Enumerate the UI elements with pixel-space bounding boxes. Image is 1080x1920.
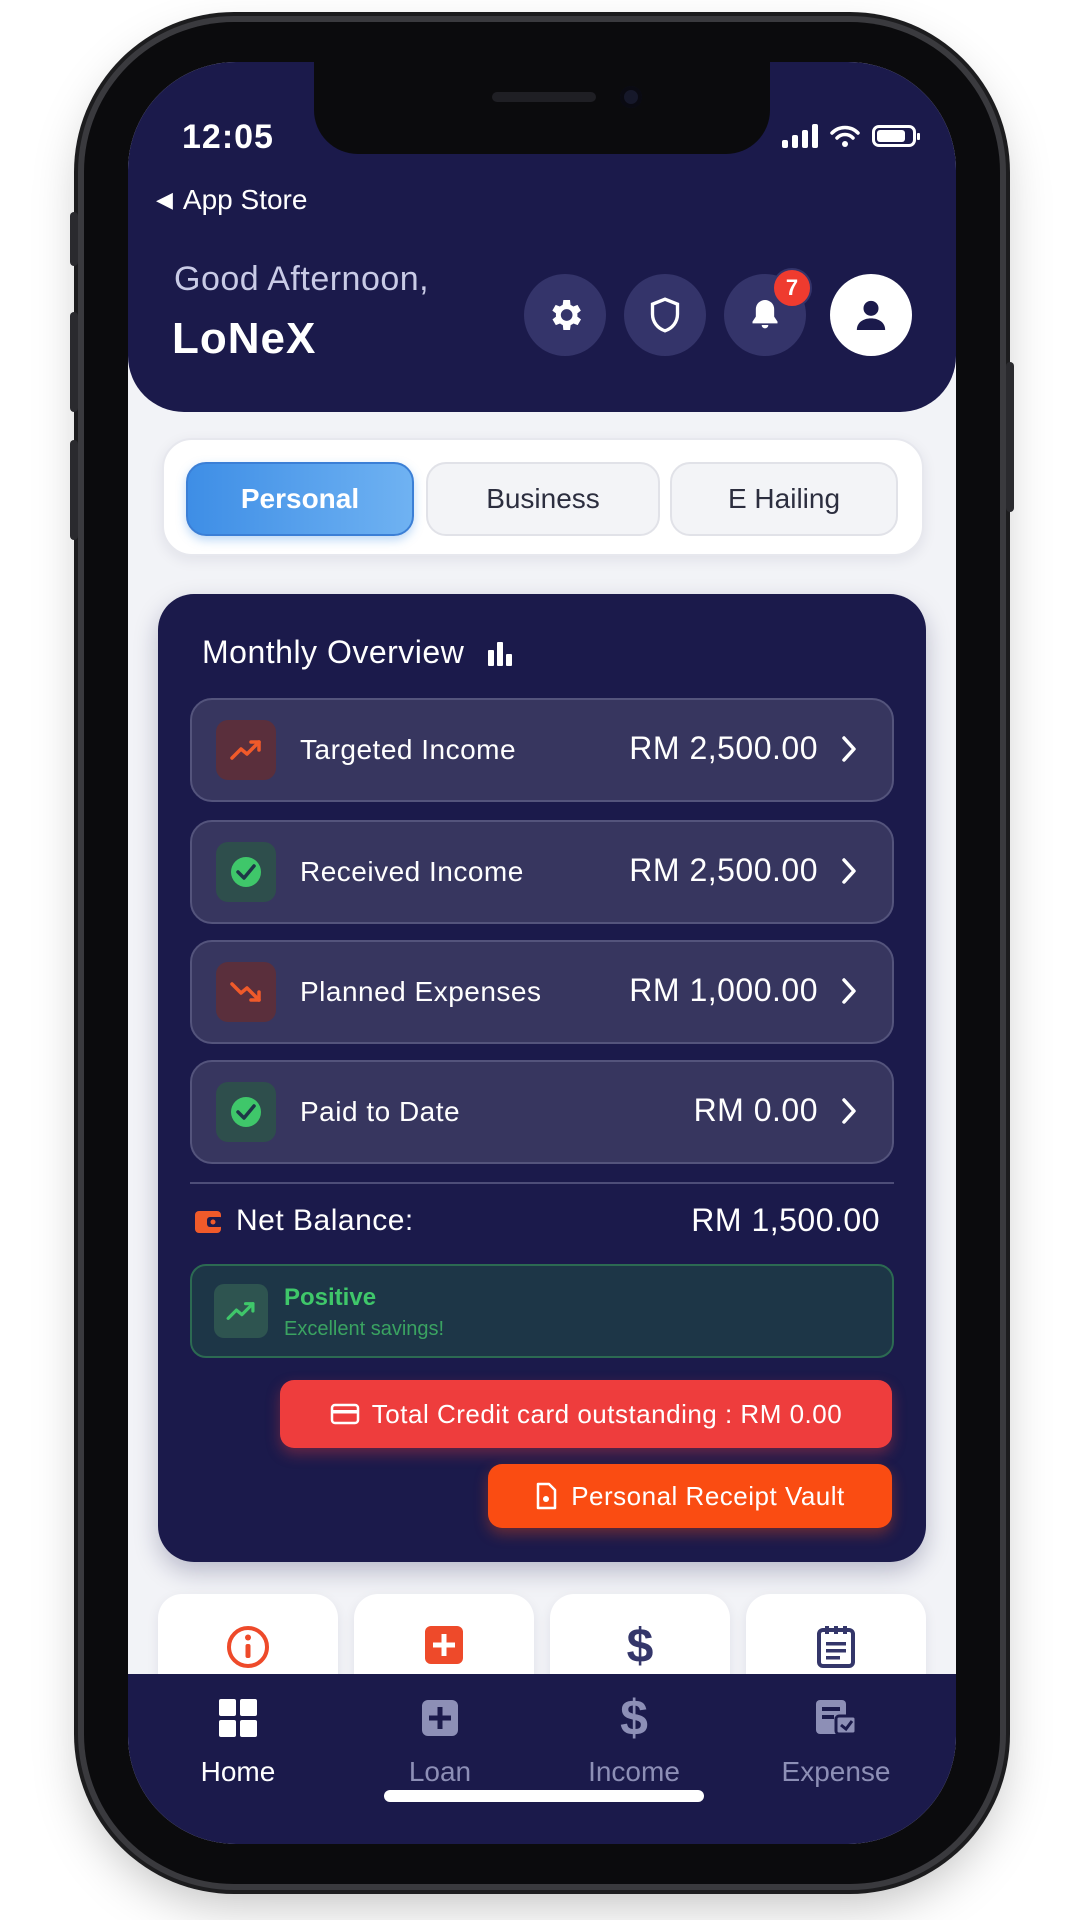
overview-title: Monthly Overview xyxy=(202,634,514,671)
credit-card-outstanding-button[interactable]: Total Credit card outstanding : RM 0.00 xyxy=(280,1380,892,1448)
credit-card-icon xyxy=(330,1403,360,1425)
plus-square-icon xyxy=(360,1694,520,1742)
row-label: Targeted Income xyxy=(300,734,517,765)
planned-expenses-row[interactable]: Planned Expenses RM 1,000.00 xyxy=(190,940,894,1044)
notifications-button[interactable]: 7 xyxy=(724,268,812,356)
row-value: RM 0.00 xyxy=(693,1092,818,1128)
credit-button-label: Total Credit card outstanding : RM 0.00 xyxy=(371,1398,843,1429)
profile-button[interactable] xyxy=(830,274,912,356)
trend-up-icon xyxy=(216,720,276,780)
status-subtitle: Excellent savings! xyxy=(284,1318,445,1340)
chevron-right-icon xyxy=(842,978,856,1004)
volume-down-button xyxy=(70,440,78,540)
chevron-right-icon xyxy=(842,736,856,762)
nav-home-label: Home xyxy=(200,1756,276,1787)
row-label: Planned Expenses xyxy=(300,976,542,1007)
dollar-icon: $ xyxy=(620,1690,648,1746)
gear-icon xyxy=(552,300,581,330)
monthly-overview-card: Monthly Overview Targeted Income RM 2,50… xyxy=(158,594,926,1562)
nav-income[interactable]: $ Income xyxy=(554,1690,714,1788)
nav-expense-label: Expense xyxy=(781,1756,891,1787)
check-circle-icon xyxy=(216,1082,276,1142)
status-title: Positive xyxy=(284,1284,377,1311)
nav-expense[interactable]: Expense xyxy=(756,1694,916,1788)
vault-button-label: Personal Receipt Vault xyxy=(571,1480,845,1511)
back-link-label: App Store xyxy=(182,184,308,215)
tab-personal[interactable]: Personal xyxy=(186,462,414,536)
home-indicator[interactable] xyxy=(384,1790,704,1802)
trend-down-icon xyxy=(216,962,276,1022)
row-label: Paid to Date xyxy=(300,1096,461,1127)
info-alert-icon xyxy=(158,1624,338,1670)
signal-icon xyxy=(782,124,818,148)
bar-chart-icon xyxy=(488,641,513,666)
tab-e-hailing[interactable]: E Hailing xyxy=(670,462,898,536)
greeting-text: Good Afternoon, xyxy=(174,260,430,298)
net-balance-value: RM 1,500.00 xyxy=(691,1202,880,1238)
screen: 12:05 ◀ App Store Good Afternoon, LoNeX xyxy=(128,62,956,1844)
power-button xyxy=(1006,362,1014,512)
settings-button[interactable] xyxy=(524,274,606,356)
user-icon xyxy=(856,300,886,330)
wifi-icon xyxy=(830,125,860,147)
received-income-row[interactable]: Received Income RM 2,500.00 xyxy=(190,820,894,924)
nav-loan[interactable]: Loan xyxy=(360,1694,520,1788)
row-value: RM 2,500.00 xyxy=(629,730,818,766)
overview-title-text: Monthly Overview xyxy=(202,634,465,670)
home-grid-icon xyxy=(158,1694,318,1742)
back-to-app-store-link[interactable]: ◀ App Store xyxy=(156,184,307,216)
check-circle-icon xyxy=(216,842,276,902)
bottom-navigation: Home Loan $ Income Expense xyxy=(128,1674,956,1844)
personal-receipt-vault-button[interactable]: Personal Receipt Vault xyxy=(488,1464,892,1528)
plus-square-icon xyxy=(354,1624,534,1666)
nav-loan-label: Loan xyxy=(408,1756,472,1787)
shield-icon xyxy=(650,297,680,333)
status-icons xyxy=(782,124,920,148)
net-balance-label: Net Balance: xyxy=(236,1204,414,1237)
account-type-tabs: Personal Business E Hailing xyxy=(162,438,924,556)
chevron-right-icon xyxy=(842,858,856,884)
wallet-icon xyxy=(195,1211,223,1233)
earpiece xyxy=(492,92,596,102)
chevron-right-icon xyxy=(842,1098,856,1124)
status-time: 12:05 xyxy=(182,118,274,156)
trend-up-icon xyxy=(214,1284,268,1338)
paid-to-date-row[interactable]: Paid to Date RM 0.00 xyxy=(190,1060,894,1164)
row-value: RM 1,000.00 xyxy=(629,972,818,1008)
clipboard-list-icon xyxy=(746,1624,926,1668)
row-label: Received Income xyxy=(300,856,524,887)
nav-income-label: Income xyxy=(588,1756,680,1787)
divider xyxy=(190,1182,894,1184)
security-button[interactable] xyxy=(624,274,706,356)
silent-switch xyxy=(70,212,78,266)
receipt-icon xyxy=(756,1694,916,1742)
username: LoNeX xyxy=(172,314,317,363)
document-icon xyxy=(536,1482,557,1510)
phone-frame: 12:05 ◀ App Store Good Afternoon, LoNeX xyxy=(70,22,1014,1884)
notch xyxy=(314,62,770,154)
balance-status-banner: Positive Excellent savings! xyxy=(190,1264,894,1358)
back-arrow-icon: ◀ xyxy=(156,187,173,212)
battery-icon xyxy=(872,125,920,147)
nav-home[interactable]: Home xyxy=(158,1694,318,1788)
notification-badge: 7 xyxy=(772,268,812,308)
volume-up-button xyxy=(70,312,78,412)
front-camera xyxy=(620,86,642,108)
row-value: RM 2,500.00 xyxy=(629,852,818,888)
dollar-icon: $ xyxy=(626,1620,654,1673)
tab-business[interactable]: Business xyxy=(426,462,660,536)
targeted-income-row[interactable]: Targeted Income RM 2,500.00 xyxy=(190,698,894,802)
